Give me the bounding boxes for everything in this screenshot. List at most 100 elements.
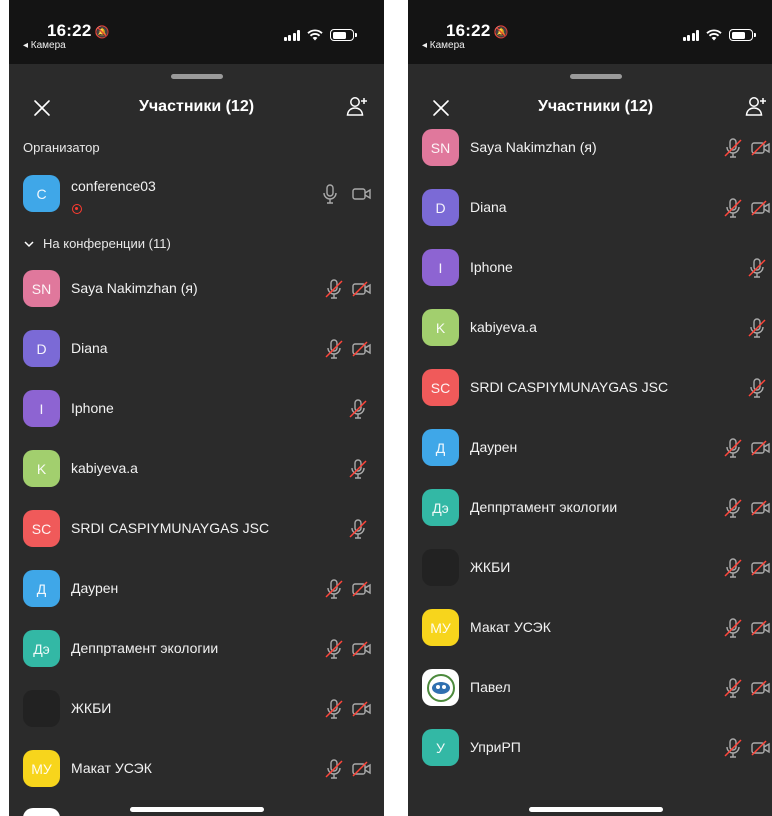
- organizer-row[interactable]: C conference03: [9, 164, 384, 224]
- wifi-icon: [307, 29, 323, 41]
- sheet-grabber[interactable]: [569, 74, 622, 79]
- microphone-muted-icon[interactable]: [721, 736, 745, 760]
- participant-row[interactable]: МУ Макат УСЭК: [408, 598, 772, 658]
- time-text: 16:22: [47, 21, 92, 40]
- participant-name: Iphone: [71, 400, 114, 416]
- home-indicator[interactable]: [129, 807, 264, 812]
- participant-row[interactable]: D Diana: [408, 178, 772, 238]
- microphone-muted-icon[interactable]: [721, 136, 745, 160]
- microphone-muted-icon[interactable]: [322, 637, 346, 661]
- video-camera-off-icon[interactable]: [749, 436, 772, 460]
- participant-row[interactable]: I Iphone: [9, 379, 384, 439]
- status-time: 16:22 🔕: [47, 21, 110, 41]
- video-camera-off-icon[interactable]: [749, 196, 772, 220]
- battery-icon: [330, 29, 357, 41]
- recording-icon: [72, 204, 82, 214]
- video-camera-off-icon[interactable]: [749, 136, 772, 160]
- microphone-muted-icon[interactable]: [721, 196, 745, 220]
- avatar: Дэ: [422, 489, 459, 526]
- microphone-muted-icon[interactable]: [322, 277, 346, 301]
- participant-row[interactable]: SC SRDI CASPIYMUNAYGAS JSC: [408, 358, 772, 418]
- add-user-icon[interactable]: [743, 94, 769, 120]
- microphone-muted-icon[interactable]: [721, 676, 745, 700]
- participant-name: ЖКБИ: [71, 700, 112, 716]
- participant-name: Павел: [470, 679, 511, 695]
- video-camera-off-icon[interactable]: [350, 637, 374, 661]
- chevron-down-icon: [24, 240, 34, 247]
- participant-row[interactable]: I Iphone: [408, 238, 772, 298]
- microphone-muted-icon[interactable]: [322, 697, 346, 721]
- participant-row[interactable]: МУ Макат УСЭК: [9, 739, 384, 799]
- home-indicator[interactable]: [528, 807, 663, 812]
- video-camera-off-icon[interactable]: [749, 676, 772, 700]
- participant-name: Даурен: [470, 439, 518, 455]
- avatar: МУ: [422, 609, 459, 646]
- microphone-muted-icon[interactable]: [721, 556, 745, 580]
- participant-row[interactable]: D Diana: [9, 319, 384, 379]
- participant-name: Saya Nakimzhan (я): [470, 139, 597, 155]
- participant-row[interactable]: Дэ Деппртамент экологии: [408, 478, 772, 538]
- participant-row[interactable]: Д Даурен: [408, 418, 772, 478]
- participants-sheet: Участники (12) SN Saya Nakimzhan (я) D Dian…: [408, 64, 772, 816]
- participant-row[interactable]: Павел: [408, 658, 772, 718]
- video-camera-off-icon[interactable]: [749, 616, 772, 640]
- microphone-muted-icon[interactable]: [322, 757, 346, 781]
- microphone-muted-icon[interactable]: [745, 256, 769, 280]
- avatar: Д: [23, 570, 60, 607]
- battery-icon: [729, 29, 756, 41]
- participants-sheet: Участники (12) Организатор C conference0…: [9, 64, 384, 816]
- video-camera-off-icon[interactable]: [350, 757, 374, 781]
- video-camera-icon[interactable]: [350, 182, 374, 206]
- avatar: SC: [422, 369, 459, 406]
- cellular-signal-icon: [283, 29, 300, 41]
- microphone-muted-icon[interactable]: [745, 376, 769, 400]
- conference-section-toggle[interactable]: На конференции (11): [23, 236, 171, 251]
- participant-row[interactable]: ЖКБИ: [408, 538, 772, 598]
- participant-row[interactable]: ЖКБИ: [9, 679, 384, 739]
- avatar: I: [23, 390, 60, 427]
- participant-name: SRDI CASPIYMUNAYGAS JSC: [470, 379, 669, 395]
- microphone-muted-icon[interactable]: [721, 496, 745, 520]
- video-camera-off-icon[interactable]: [350, 577, 374, 601]
- participant-name: Деппртамент экологии: [470, 499, 618, 515]
- participant-name: conference03: [71, 178, 156, 194]
- video-camera-off-icon[interactable]: [749, 736, 772, 760]
- video-camera-off-icon[interactable]: [749, 496, 772, 520]
- participant-row[interactable]: Дэ Деппртамент экологии: [9, 619, 384, 679]
- microphone-muted-icon[interactable]: [346, 397, 370, 421]
- partial-avatar: [23, 808, 60, 816]
- avatar: SN: [23, 270, 60, 307]
- microphone-muted-icon[interactable]: [721, 436, 745, 460]
- video-camera-off-icon[interactable]: [350, 337, 374, 361]
- microphone-muted-icon[interactable]: [346, 517, 370, 541]
- add-user-icon[interactable]: [344, 94, 370, 120]
- microphone-muted-icon[interactable]: [346, 457, 370, 481]
- participant-row[interactable]: Kkabiyeva.a: [9, 439, 384, 499]
- video-camera-off-icon[interactable]: [749, 556, 772, 580]
- participant-name: Diana: [470, 199, 507, 215]
- avatar: I: [422, 249, 459, 286]
- participant-name: Iphone: [470, 259, 513, 275]
- microphone-muted-icon[interactable]: [322, 337, 346, 361]
- video-camera-off-icon[interactable]: [350, 697, 374, 721]
- participant-row[interactable]: Д Даурен: [9, 559, 384, 619]
- participant-name: УприРП: [470, 739, 521, 755]
- participant-row[interactable]: SN Saya Nakimzhan (я): [408, 118, 772, 178]
- sheet-grabber[interactable]: [170, 74, 223, 79]
- bell-muted-icon: 🔕: [493, 25, 509, 39]
- conference-section-label: На конференции (11): [43, 236, 171, 251]
- participant-row[interactable]: SC SRDI CASPIYMUNAYGAS JSC: [9, 499, 384, 559]
- back-to-camera-link[interactable]: ◂ Камера: [23, 40, 66, 51]
- participant-name: Макат УСЭК: [470, 619, 551, 635]
- participants-screen-right: 16:22 🔕 ◂ Камера Участники (12) SN Saya Na…: [408, 0, 772, 816]
- participant-row[interactable]: Kkabiyeva.a: [408, 298, 772, 358]
- participant-row[interactable]: SN Saya Nakimzhan (я): [9, 259, 384, 319]
- video-camera-off-icon[interactable]: [350, 277, 374, 301]
- microphone-icon[interactable]: [318, 182, 342, 206]
- participant-row[interactable]: У УприРП: [408, 718, 772, 778]
- avatar: SN: [422, 129, 459, 166]
- microphone-muted-icon[interactable]: [322, 577, 346, 601]
- back-to-camera-link[interactable]: ◂ Камера: [422, 40, 465, 51]
- microphone-muted-icon[interactable]: [745, 316, 769, 340]
- microphone-muted-icon[interactable]: [721, 616, 745, 640]
